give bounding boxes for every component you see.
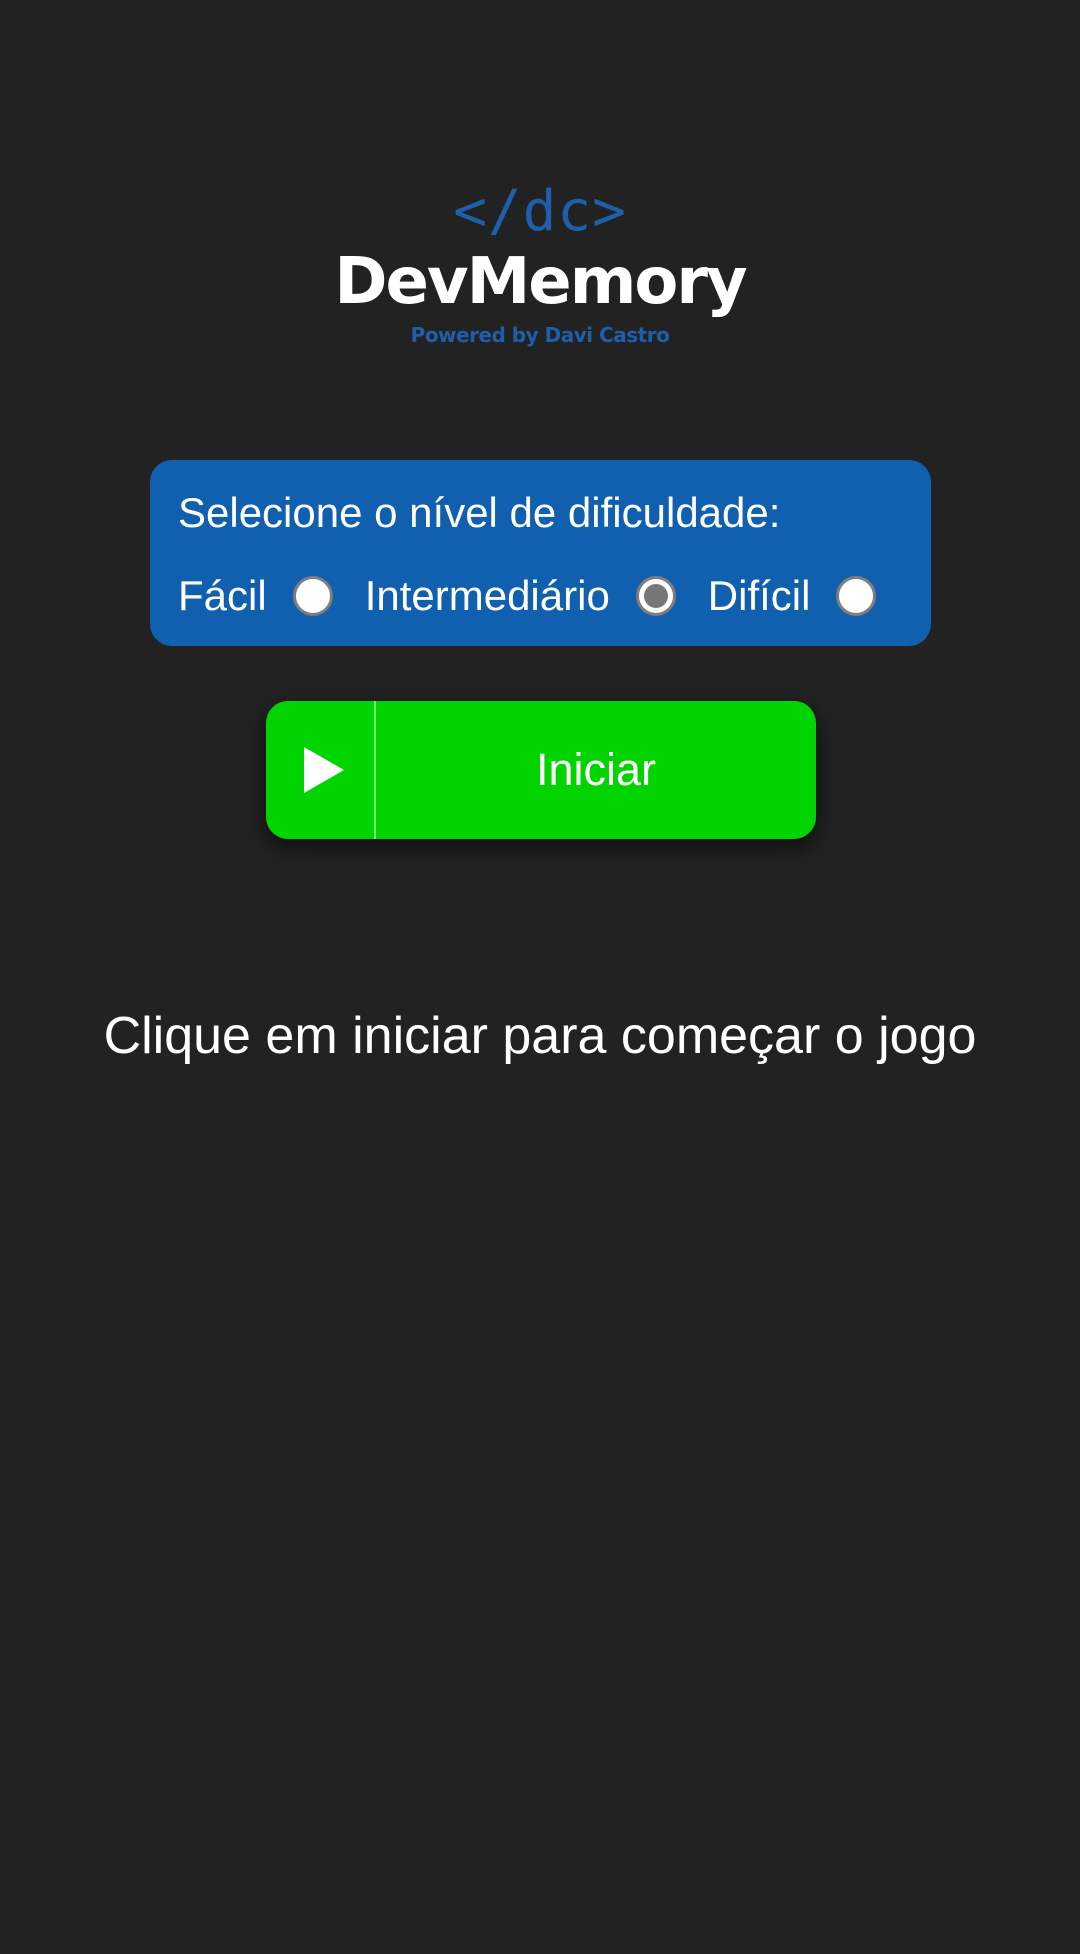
difficulty-option-facil[interactable]: Fácil — [178, 571, 333, 621]
app-subtitle: Powered by Davi Castro — [410, 323, 670, 347]
difficulty-option-dificil[interactable]: Difícil — [708, 571, 877, 621]
app-name: DevMemory — [334, 245, 747, 319]
option-label: Fácil — [178, 572, 267, 619]
play-icon — [304, 747, 344, 793]
radio-dificil[interactable] — [836, 576, 877, 616]
difficulty-panel: Selecione o nível de dificuldade: Fácil … — [150, 460, 931, 646]
start-button[interactable]: Iniciar — [266, 701, 816, 839]
difficulty-options: Fácil Intermediário Difícil — [178, 566, 877, 626]
radio-intermediario[interactable] — [635, 576, 676, 616]
difficulty-option-intermediario[interactable]: Intermediário — [365, 571, 676, 621]
play-icon-area — [266, 701, 376, 839]
radio-facil[interactable] — [292, 576, 333, 616]
code-bracket-icon: </dc> — [453, 179, 627, 244]
option-label: Intermediário — [364, 572, 610, 619]
option-label: Difícil — [707, 572, 811, 619]
instruction-text: Clique em iniciar para começar o jogo — [103, 1007, 977, 1065]
app-logo: </dc> DevMemory Powered by Davi Castro — [0, 180, 1080, 348]
difficulty-title: Selecione o nível de dificuldade: — [178, 489, 781, 536]
start-button-label: Iniciar — [535, 744, 657, 795]
